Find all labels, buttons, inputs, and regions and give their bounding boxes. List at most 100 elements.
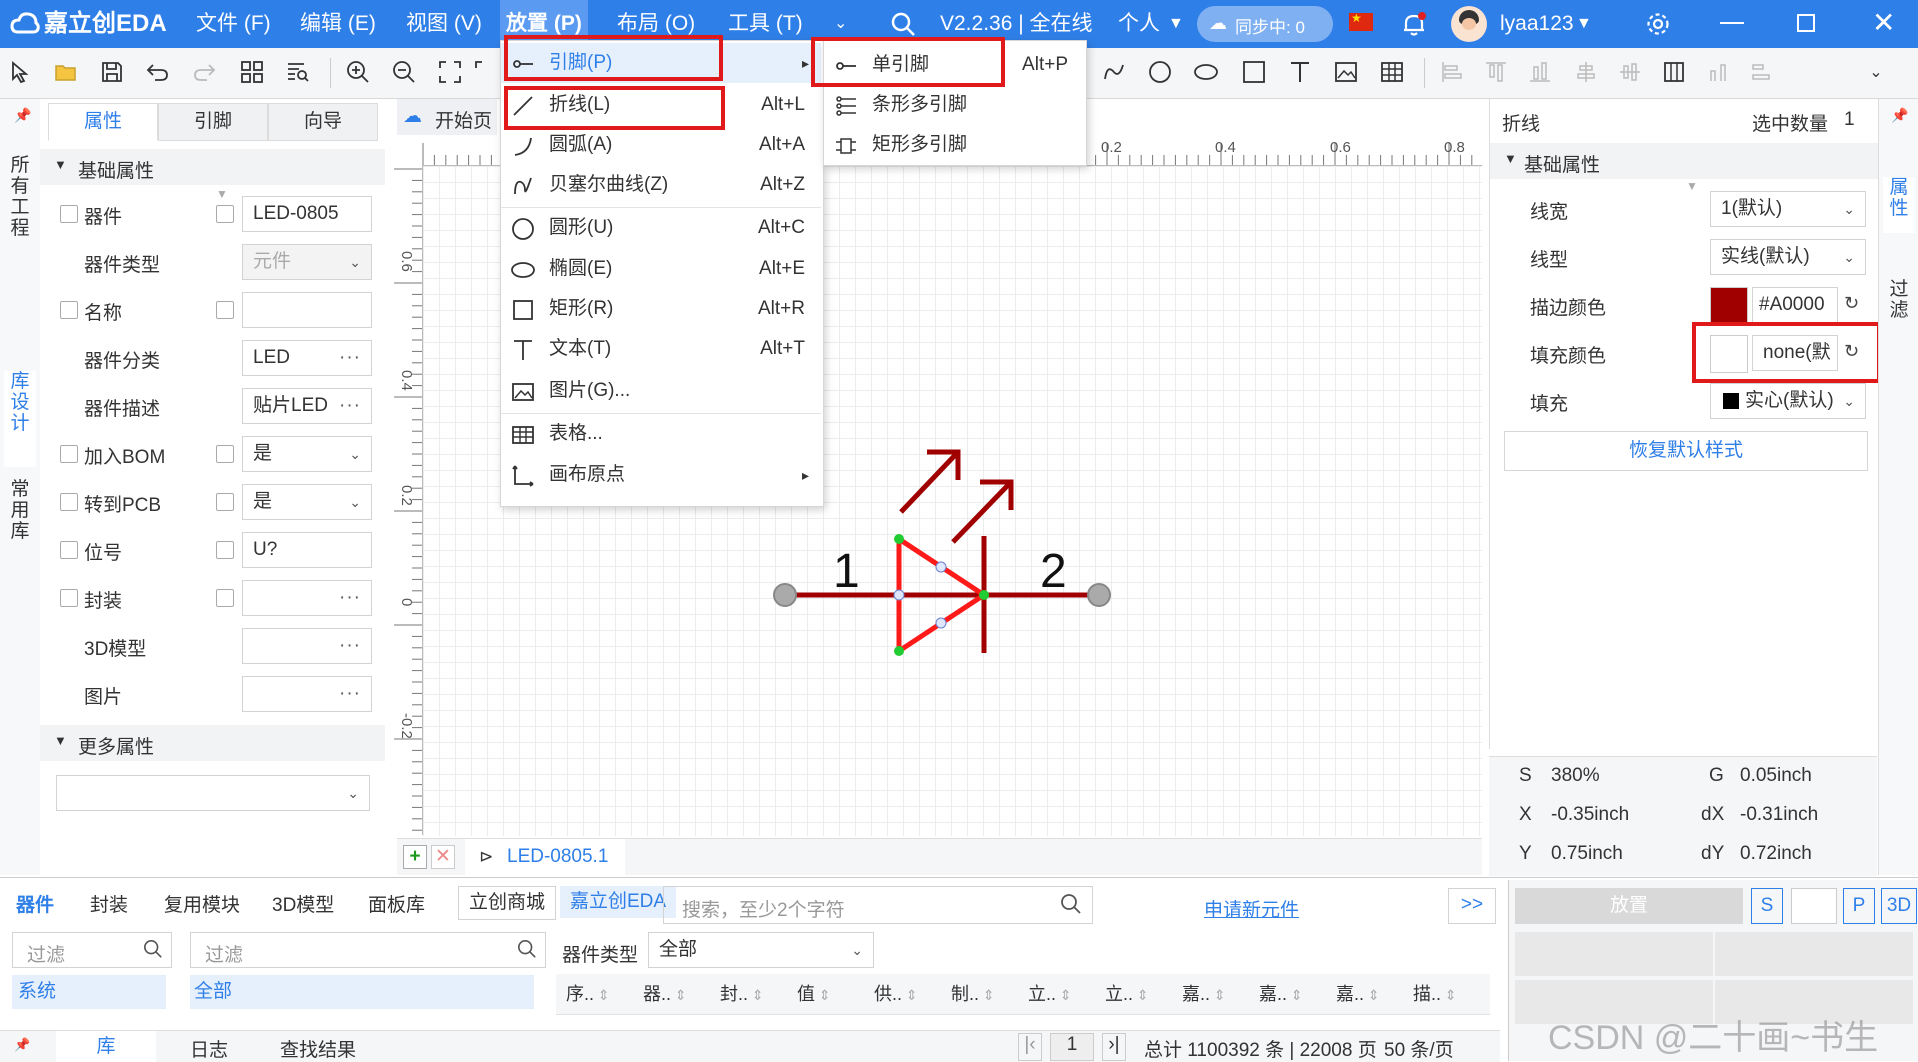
table-column-header[interactable]: 嘉.. ⇕ <box>1259 976 1303 1012</box>
menu-edit[interactable]: 编辑 (E) <box>300 0 376 48</box>
align-center-icon[interactable] <box>1570 56 1602 88</box>
place-menu-item[interactable]: 圆形(U) Alt+C <box>501 207 821 248</box>
property-value-field[interactable]: LED ··· <box>242 340 372 376</box>
menu-view[interactable]: 视图 (V) <box>406 0 482 48</box>
fill-select[interactable]: 实心(默认) ⌄ <box>1710 383 1866 419</box>
more-properties-select[interactable]: ⌄ <box>56 775 370 811</box>
row-checkbox[interactable] <box>60 589 78 607</box>
pin-submenu-item[interactable]: 条形多引脚 <box>824 85 1084 125</box>
property-value-field[interactable]: 元件 ⌄ <box>242 244 372 280</box>
zoom-in-icon[interactable] <box>342 56 374 88</box>
property-value-field[interactable]: LED-0805 <box>242 196 372 232</box>
distribute-v-icon[interactable] <box>1702 56 1734 88</box>
search-icon[interactable] <box>143 939 163 965</box>
pcb-view-button[interactable]: P <box>1843 888 1875 924</box>
place-button[interactable]: 放置 <box>1515 888 1743 924</box>
avatar[interactable] <box>1451 6 1487 42</box>
place-menu-item[interactable]: 贝塞尔曲线(Z) Alt+Z <box>501 165 821 205</box>
search-icon[interactable] <box>517 939 537 965</box>
side-tab-library-design[interactable]: 库设计 <box>4 371 36 467</box>
property-value-field[interactable] <box>242 292 372 328</box>
more-options-icon[interactable]: ··· <box>339 341 361 375</box>
align-bottom-icon[interactable] <box>1524 56 1556 88</box>
row-checkbox[interactable] <box>60 445 78 463</box>
library-tab[interactable]: 封装 <box>90 892 128 920</box>
china-flag-icon[interactable]: ★ <box>1349 11 1373 31</box>
section-more-header[interactable]: ▼ 更多属性 <box>40 725 385 761</box>
filter-input-left[interactable]: 过滤 <box>12 932 172 968</box>
minimize-icon[interactable] <box>1720 22 1744 24</box>
library-tab[interactable]: 复用模块 <box>164 892 240 920</box>
redo-icon[interactable] <box>188 56 220 88</box>
place-menu-item[interactable]: 矩形(R) Alt+R <box>501 289 821 329</box>
sort-icon[interactable]: ⇕ <box>1287 987 1303 1003</box>
library-search-input[interactable]: 搜索，至少2个字符 <box>663 886 1093 924</box>
table-column-header[interactable]: 器.. ⇕ <box>643 976 687 1012</box>
library-tab[interactable]: 立创商城 <box>458 886 557 920</box>
components-grid-icon[interactable] <box>236 56 268 88</box>
circle-tool-icon[interactable] <box>1144 56 1176 88</box>
library-tab[interactable]: 嘉立创EDA <box>560 886 677 918</box>
align-middle-icon[interactable] <box>1614 56 1646 88</box>
table-column-header[interactable]: 供.. ⇕ <box>874 976 918 1012</box>
close-icon[interactable]: ✕ <box>1872 6 1895 39</box>
table-column-header[interactable]: 立.. ⇕ <box>1028 976 1072 1012</box>
sort-icon[interactable]: ⇕ <box>594 987 610 1003</box>
table-column-header[interactable]: 序.. ⇕ <box>566 976 610 1012</box>
property-value-field[interactable]: U? <box>242 532 372 568</box>
undo-icon[interactable] <box>142 56 174 88</box>
property-value-field[interactable]: 贴片LED ··· <box>242 388 372 424</box>
3d-view-button[interactable]: 3D <box>1881 888 1917 924</box>
property-value-field[interactable]: 是 ⌄ <box>242 436 372 472</box>
row-checkbox[interactable] <box>60 205 78 223</box>
fit-view-icon[interactable] <box>434 56 466 88</box>
sync-status[interactable]: ☁ 同步中: 0 <box>1197 6 1333 42</box>
bezier-tool-icon[interactable] <box>1098 56 1130 88</box>
ellipse-tool-icon[interactable] <box>1190 56 1222 88</box>
tree-item-system[interactable]: 系统 <box>12 975 166 1009</box>
side-tab-all-projects[interactable]: 所有工程 <box>4 155 36 239</box>
more-options-icon[interactable]: ··· <box>339 581 361 615</box>
side-tab-properties[interactable]: 属性 <box>1883 177 1915 233</box>
restore-icon[interactable] <box>1797 14 1815 32</box>
pin-panel-icon[interactable]: 📌 <box>14 107 31 124</box>
filter-input-tree[interactable]: 过滤 <box>190 932 546 968</box>
close-doc-icon[interactable]: ✕ <box>431 845 455 869</box>
reset-style-button[interactable]: 恢复默认样式 <box>1504 431 1868 471</box>
side-tab-filter[interactable]: 过滤 <box>1883 279 1915 335</box>
apply-new-component-link[interactable]: 申请新元件 <box>1204 895 1299 922</box>
library-tab[interactable]: 器件 <box>16 892 54 920</box>
image-tool-icon[interactable] <box>1330 56 1362 88</box>
add-doc-icon[interactable]: + <box>403 845 427 869</box>
place-menu-item[interactable]: 文本(T) Alt+T <box>501 329 821 369</box>
page-number-input[interactable]: 1 <box>1050 1033 1094 1061</box>
align-left-icon[interactable] <box>1436 56 1468 88</box>
more-options-icon[interactable]: ··· <box>339 629 361 663</box>
sort-icon[interactable]: ⇕ <box>815 987 831 1003</box>
table-column-header[interactable]: 值 ⇕ <box>797 976 831 1012</box>
menu-file[interactable]: 文件 (F) <box>196 0 271 48</box>
text-tool-icon[interactable] <box>1284 56 1316 88</box>
table-column-header[interactable]: 立.. ⇕ <box>1105 976 1149 1012</box>
table-column-header[interactable]: 制.. ⇕ <box>951 976 995 1012</box>
tab-start-page[interactable]: ☁ 开始页 <box>397 99 497 135</box>
zoom-out-icon[interactable] <box>388 56 420 88</box>
username[interactable]: lyaa123 <box>1500 0 1574 48</box>
place-menu-item[interactable]: 圆弧(A) Alt+A <box>501 125 821 165</box>
distribute-h-icon[interactable] <box>1746 56 1778 88</box>
component-type-select[interactable]: 全部 ⌄ <box>648 932 874 968</box>
settings-gear-icon[interactable] <box>1645 11 1671 37</box>
select-tool-icon[interactable] <box>4 56 36 88</box>
sort-icon[interactable]: ⇕ <box>1364 987 1380 1003</box>
row-checkbox[interactable] <box>60 301 78 319</box>
line-type-select[interactable]: 实线(默认) ⌄ <box>1710 239 1866 275</box>
rectangle-tool-icon[interactable] <box>1238 56 1270 88</box>
stroke-color-swatch[interactable] <box>1710 287 1748 325</box>
toolbar-more-chevron-icon[interactable]: ⌄ <box>1860 56 1892 88</box>
more-options-icon[interactable]: ··· <box>339 389 361 423</box>
property-value-field[interactable]: ··· <box>242 628 372 664</box>
edition-dropdown-icon[interactable]: ▼ <box>1168 0 1184 48</box>
user-dropdown-icon[interactable]: ▼ <box>1576 0 1592 48</box>
row-checkbox[interactable] <box>60 541 78 559</box>
place-menu-item[interactable]: 表格... <box>501 413 821 454</box>
